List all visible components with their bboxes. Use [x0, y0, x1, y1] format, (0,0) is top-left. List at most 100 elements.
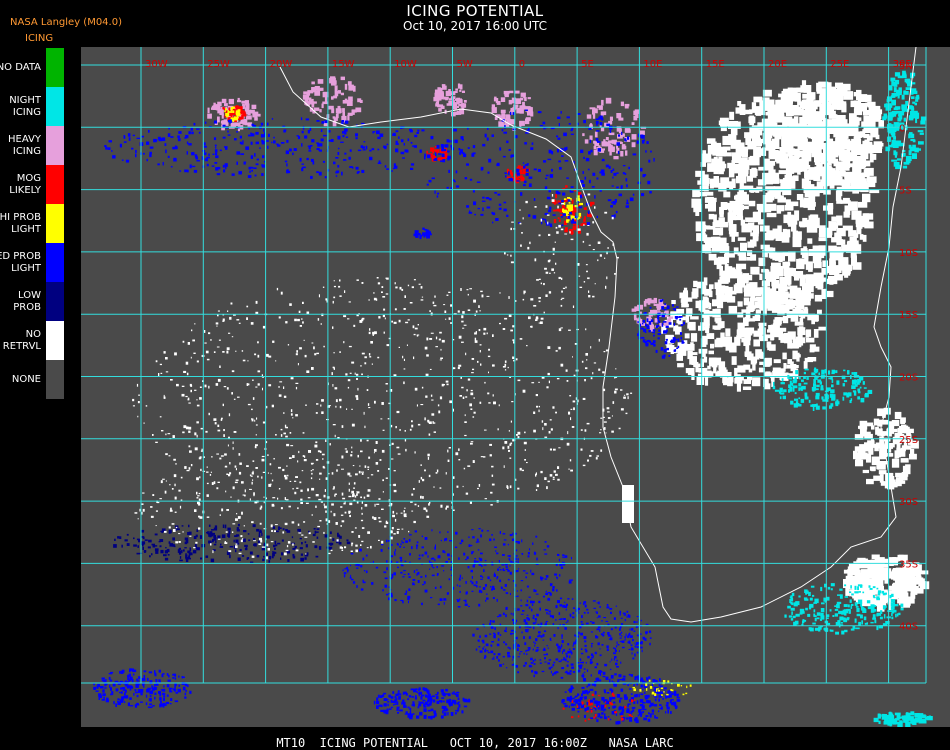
cloud-pixel: [781, 91, 791, 101]
cloud-pixel: [153, 138, 157, 143]
cloud-pixel: [919, 713, 924, 718]
cloud-pixel: [765, 247, 776, 252]
cloud-pixel: [570, 133, 574, 135]
cloud-pixel: [414, 134, 418, 138]
cloud-pixel: [752, 377, 761, 387]
cloud-pixel: [510, 629, 514, 632]
cloud-pixel: [460, 136, 464, 140]
cloud-pixel: [855, 223, 866, 228]
cloud-pixel: [887, 610, 892, 612]
cloud-pixel: [653, 303, 658, 306]
cloud-pixel: [208, 524, 211, 527]
cloud-pixel: [864, 443, 872, 452]
cloud-pixel: [437, 192, 440, 195]
cloud-pixel: [227, 134, 231, 136]
cloud-pixel: [771, 127, 780, 133]
cloud-pixel: [505, 643, 508, 646]
cloud-pixel: [319, 109, 322, 113]
cloud-pixel: [617, 679, 620, 681]
cloud-pixel: [895, 613, 897, 618]
cloud-pixel: [515, 570, 519, 573]
cloud-pixel: [294, 545, 297, 549]
cloud-pixel: [679, 318, 682, 321]
cloud-pixel: [522, 570, 526, 572]
cloud-pixel: [831, 372, 835, 375]
cloud-pixel: [567, 598, 570, 600]
cloud-pixel: [718, 217, 725, 225]
cloud-pixel: [456, 584, 458, 587]
cloud-pixel: [260, 122, 264, 126]
cloud-pixel: [260, 134, 264, 138]
cloud-pixel: [338, 147, 340, 150]
cloud-pixel: [136, 552, 140, 555]
cloud-pixel: [569, 204, 573, 209]
cloud-pixel: [446, 186, 449, 189]
cloud-pixel: [356, 567, 359, 569]
cloud-pixel: [807, 119, 816, 127]
cloud-pixel: [517, 644, 520, 647]
cloud-pixel: [121, 544, 123, 548]
cloud-pixel: [564, 704, 568, 708]
cloud-pixel: [207, 107, 210, 114]
cloud-pixel: [369, 156, 373, 161]
cloud-pixel: [408, 588, 411, 591]
cloud-pixel: [391, 575, 394, 578]
cloud-pixel: [812, 594, 815, 597]
cloud-pixel: [434, 93, 439, 98]
cloud-pixel: [436, 573, 439, 576]
cloud-pixel: [321, 121, 325, 124]
cloud-pixel: [797, 403, 802, 407]
cloud-pixel: [522, 610, 525, 612]
cloud-pixel: [882, 714, 887, 720]
cloud-pixel: [546, 545, 550, 548]
cloud-pixel: [442, 85, 447, 90]
cloud-pixel: [579, 662, 582, 663]
cloud-pixel: [743, 287, 747, 293]
cloud-pixel: [517, 558, 519, 561]
cloud-pixel: [571, 707, 575, 711]
cloud-pixel: [300, 557, 304, 562]
cloud-pixel: [822, 399, 827, 402]
cloud-pixel: [861, 569, 868, 578]
cloud-pixel: [431, 149, 435, 153]
icing-map[interactable]: 30W25W20W15W10W5W05E10E15E20E25E30E35E 5…: [81, 46, 950, 728]
cloud-pixel: [536, 613, 539, 617]
cloud-pixel: [553, 219, 557, 224]
cloud-pixel: [771, 138, 780, 149]
cloud-pixel: [903, 152, 906, 157]
cloud-pixel: [589, 107, 596, 110]
cloud-pixel: [874, 619, 877, 624]
cloud-pixel: [758, 325, 764, 334]
cloud-pixel: [570, 215, 574, 219]
cloud-pixel: [610, 205, 613, 208]
cloud-pixel: [231, 173, 235, 176]
cloud-pixel: [448, 558, 451, 560]
cloud-pixel: [652, 329, 656, 332]
cloud-pixel: [655, 349, 658, 353]
cloud-pixel: [314, 530, 317, 534]
cloud-pixel: [813, 261, 822, 269]
cloud-pixel: [775, 266, 783, 277]
cloud-pixel: [596, 602, 599, 604]
cloud-pixel: [643, 300, 647, 307]
cloud-pixel: [640, 134, 644, 138]
cloud-pixel: [505, 606, 508, 610]
cloud-pixel: [313, 528, 316, 530]
cloud-pixel: [414, 530, 417, 533]
cloud-pixel: [565, 227, 568, 232]
cloud-pixel: [459, 574, 462, 578]
cloud-pixel: [665, 325, 669, 328]
cloud-pixel: [818, 372, 820, 376]
cloud-pixel: [894, 604, 899, 607]
cloud-pixel: [331, 81, 336, 86]
cloud-pixel: [422, 227, 425, 230]
cloud-pixel: [627, 684, 629, 686]
cloud-pixel: [876, 465, 880, 470]
cloud-pixel: [704, 191, 714, 196]
cloud-pixel: [558, 574, 561, 577]
cloud-pixel: [768, 277, 775, 282]
cloud-pixel: [436, 144, 440, 149]
cloud-pixel: [507, 646, 510, 649]
cloud-pixel: [237, 557, 241, 561]
cloud-pixel: [271, 118, 274, 120]
